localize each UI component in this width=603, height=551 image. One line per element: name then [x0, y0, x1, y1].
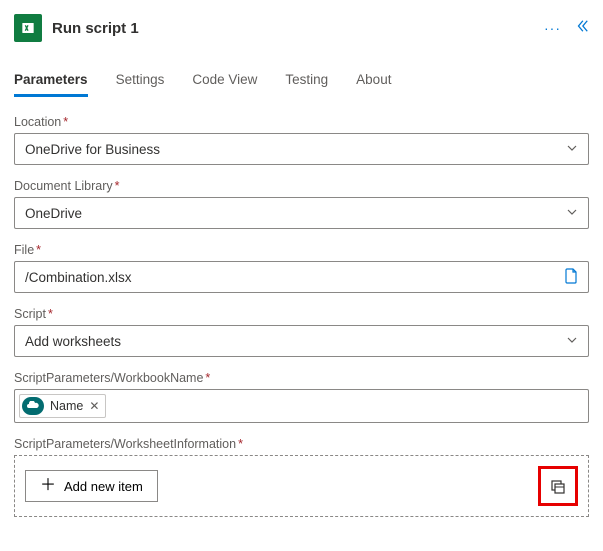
more-menu-icon[interactable]: ···: [544, 20, 561, 36]
location-select[interactable]: OneDrive for Business: [14, 133, 589, 165]
library-label: Document Library *: [14, 179, 589, 193]
script-select[interactable]: Add worksheets: [14, 325, 589, 357]
chevron-down-icon: [566, 334, 578, 349]
tab-about[interactable]: About: [356, 66, 391, 97]
required-mark: *: [48, 307, 53, 321]
token-remove-icon[interactable]: ✕: [89, 399, 99, 413]
worksheetinfo-label: ScriptParameters/WorksheetInformation *: [14, 437, 589, 451]
tab-settings[interactable]: Settings: [116, 66, 165, 97]
tab-bar: Parameters Settings Code View Testing Ab…: [14, 66, 589, 97]
excel-icon: [14, 14, 42, 42]
required-mark: *: [36, 243, 41, 257]
script-value: Add worksheets: [25, 334, 121, 349]
tab-testing[interactable]: Testing: [285, 66, 328, 97]
onedrive-token-icon: [22, 397, 44, 415]
required-mark: *: [205, 371, 210, 385]
library-value: OneDrive: [25, 206, 82, 221]
file-picker-icon[interactable]: [564, 268, 578, 287]
file-label: File *: [14, 243, 589, 257]
add-new-item-button[interactable]: ＋ Add new item: [25, 470, 158, 502]
tab-parameters[interactable]: Parameters: [14, 66, 88, 97]
collapse-icon[interactable]: [575, 19, 589, 38]
chevron-down-icon: [566, 206, 578, 221]
plus-icon: ＋: [40, 478, 56, 494]
card-header: Run script 1 ···: [14, 10, 589, 60]
worksheetinfo-array: ＋ Add new item: [14, 455, 589, 517]
token-label: Name: [50, 399, 83, 413]
workbookname-input[interactable]: Name ✕: [14, 389, 589, 423]
add-new-item-label: Add new item: [64, 479, 143, 494]
chevron-down-icon: [566, 142, 578, 157]
file-input[interactable]: /Combination.xlsx: [14, 261, 589, 293]
file-value: /Combination.xlsx: [25, 270, 132, 285]
location-label: Location *: [14, 115, 589, 129]
location-value: OneDrive for Business: [25, 142, 160, 157]
switch-to-input-icon[interactable]: [543, 471, 573, 501]
dynamic-content-token[interactable]: Name ✕: [19, 394, 106, 418]
card-title: Run script 1: [52, 20, 534, 37]
required-mark: *: [63, 115, 68, 129]
required-mark: *: [238, 437, 243, 451]
library-select[interactable]: OneDrive: [14, 197, 589, 229]
highlight-box: [538, 466, 578, 506]
workbookname-label: ScriptParameters/WorkbookName *: [14, 371, 589, 385]
script-label: Script *: [14, 307, 589, 321]
tab-code-view[interactable]: Code View: [192, 66, 257, 97]
required-mark: *: [115, 179, 120, 193]
